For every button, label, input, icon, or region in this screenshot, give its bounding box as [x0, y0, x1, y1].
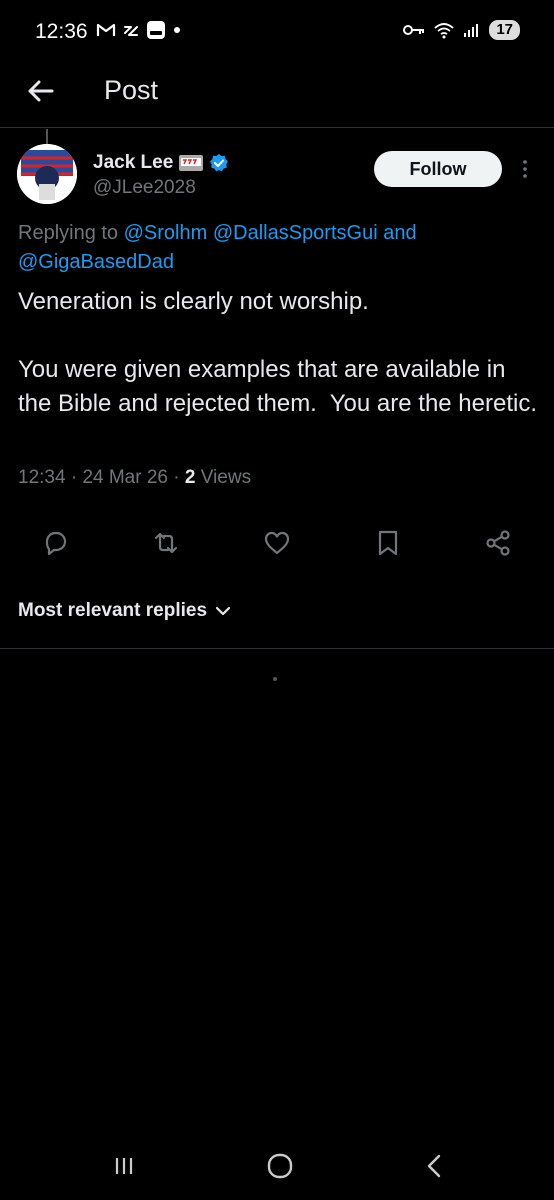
- slot-machine-emoji-icon: [179, 155, 204, 171]
- mention-link[interactable]: @Srolhm: [124, 222, 208, 244]
- system-navigation-bar: [0, 1135, 554, 1200]
- key-icon: [403, 25, 425, 35]
- thread-connector: [46, 129, 48, 145]
- post-meta: 12:34 · 24 Mar 26 · 2 Views: [18, 467, 252, 488]
- author-handle[interactable]: @JLee2028: [93, 177, 196, 199]
- mention-link[interactable]: @DallasSportsGui: [213, 222, 378, 244]
- avatar[interactable]: [17, 144, 77, 204]
- post-date: 24 Mar 26: [82, 467, 168, 488]
- chevron-down-icon: [215, 606, 231, 616]
- verified-badge-icon: [210, 154, 229, 172]
- mention-link[interactable]: @GigaBasedDad: [18, 251, 174, 273]
- follow-button[interactable]: Follow: [374, 151, 502, 187]
- dot-icon: [174, 27, 180, 33]
- recents-icon[interactable]: [104, 1150, 144, 1182]
- author-name[interactable]: Jack Lee: [93, 152, 229, 174]
- avatar-image: [17, 144, 77, 204]
- views-label: Views: [200, 467, 252, 488]
- header-divider: [0, 127, 554, 128]
- replies-sort-dropdown[interactable]: Most relevant replies: [18, 600, 231, 622]
- loading-indicator: [273, 677, 277, 681]
- status-time: 12:36: [35, 20, 88, 43]
- replying-to: Replying to @Srolhm @DallasSportsGui and…: [18, 222, 417, 273]
- signal-icon: [464, 24, 479, 37]
- bookmark-icon[interactable]: [373, 528, 403, 558]
- post-time: 12:34: [18, 467, 66, 488]
- battery-indicator: 17: [489, 20, 520, 40]
- views-count: 2: [184, 467, 196, 488]
- share-icon[interactable]: [483, 528, 513, 558]
- like-icon[interactable]: [262, 528, 292, 558]
- status-bar: 12:36 17: [0, 0, 554, 62]
- page-title: Post: [104, 75, 159, 105]
- repost-icon[interactable]: [151, 528, 181, 558]
- app-header: Post: [0, 62, 554, 126]
- post-actions: [0, 528, 554, 562]
- back-arrow-icon[interactable]: [24, 74, 58, 108]
- wifi-icon: [434, 23, 454, 39]
- home-icon[interactable]: [260, 1150, 300, 1182]
- post-text: Veneration is clearly not worship. You w…: [18, 288, 538, 417]
- more-options-icon[interactable]: [518, 158, 532, 180]
- reply-icon[interactable]: [41, 528, 71, 558]
- replies-divider: [0, 648, 554, 649]
- gmail-icon: [96, 23, 116, 36]
- link-icon: [124, 26, 138, 36]
- back-icon[interactable]: [415, 1150, 455, 1182]
- app-icon: [147, 21, 165, 39]
